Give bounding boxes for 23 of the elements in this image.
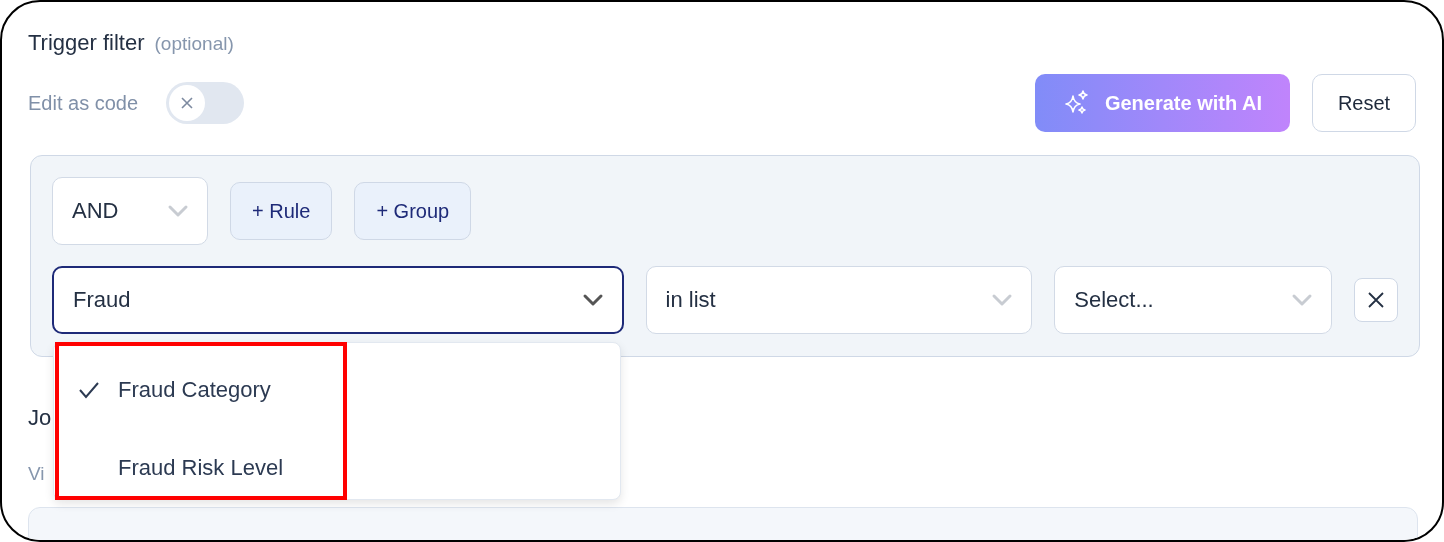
remove-rule-button[interactable] xyxy=(1354,278,1398,322)
toggle-switch[interactable] xyxy=(166,82,245,124)
value-select[interactable]: Select... xyxy=(1054,266,1333,334)
sparkles-icon xyxy=(1062,89,1091,117)
section-title: Trigger filter xyxy=(28,30,145,56)
field-select[interactable]: Fraud xyxy=(52,266,624,334)
chevron-down-icon xyxy=(1291,293,1314,307)
chevron-down-icon xyxy=(991,293,1014,307)
add-rule-button[interactable]: + Rule xyxy=(230,182,333,240)
toggle-label: Edit as code xyxy=(28,91,139,115)
optional-hint: (optional) xyxy=(154,33,234,55)
chevron-down-icon xyxy=(167,204,189,218)
close-icon xyxy=(1366,290,1387,310)
chevron-down-icon xyxy=(581,293,604,307)
reset-button[interactable]: Reset xyxy=(1312,74,1416,132)
operator-select[interactable]: in list xyxy=(645,266,1033,334)
add-group-button[interactable]: + Group xyxy=(354,182,472,240)
section-heading: Jo xyxy=(28,405,52,431)
close-icon xyxy=(179,95,196,111)
combinator-select[interactable]: AND xyxy=(52,177,208,245)
menu-option[interactable]: Fraud Category xyxy=(54,351,620,429)
menu-option[interactable]: Fraud Risk Level xyxy=(54,429,620,507)
check-icon xyxy=(78,381,100,399)
